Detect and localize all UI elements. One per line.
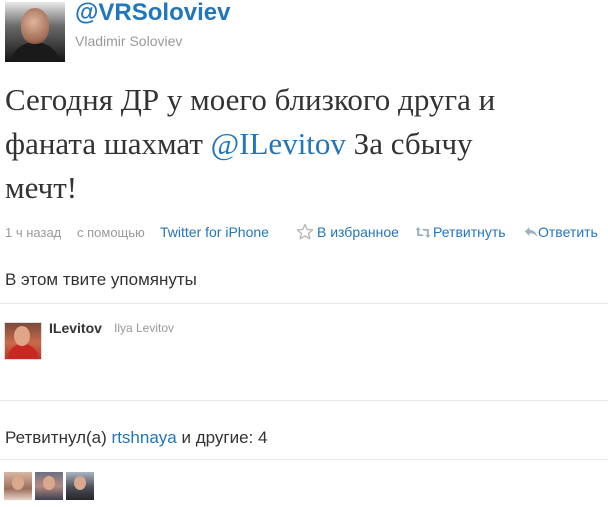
mentioned-user-avatar[interactable] bbox=[4, 322, 42, 360]
avatar-body-shape bbox=[9, 42, 61, 62]
retweeted-suffix[interactable]: и другие: 4 bbox=[181, 428, 267, 447]
avatar-shirt-shape bbox=[8, 344, 38, 359]
tweet-header: @VRSoloviev Vladimir Soloviev bbox=[5, 0, 605, 62]
author-fullname: Vladimir Soloviev bbox=[75, 33, 183, 49]
star-icon[interactable] bbox=[296, 223, 314, 241]
mentioned-user-real-name: Ilya Levitov bbox=[114, 321, 175, 335]
retweet-button[interactable]: Ретвитнуть bbox=[433, 224, 506, 240]
avatar-face-shape bbox=[74, 476, 86, 490]
avatar-face-shape bbox=[14, 326, 30, 346]
retweet-icon[interactable] bbox=[415, 226, 431, 239]
tweet-meta-bar: 1 ч назад с помощью Twitter for iPhone В… bbox=[5, 223, 608, 243]
tweet-mention-link[interactable]: @ILevitov bbox=[211, 126, 346, 161]
divider bbox=[0, 303, 608, 304]
retweeted-by-line: Ретвитнул(а) rtshnaya и другие: 4 bbox=[5, 428, 267, 448]
tweet-timestamp[interactable]: 1 ч назад bbox=[5, 225, 61, 240]
reply-icon[interactable] bbox=[524, 226, 538, 238]
author-username[interactable]: @VRSoloviev bbox=[75, 0, 230, 27]
reply-button[interactable]: Ответить bbox=[538, 224, 598, 240]
mentioned-user-screen-name[interactable]: ILevitov bbox=[49, 320, 102, 336]
divider bbox=[0, 459, 608, 460]
retweeter-avatar[interactable] bbox=[66, 472, 94, 500]
tweet-text: Сегодня ДР у моего близкого друга и фана… bbox=[5, 78, 603, 210]
tweet-line-3: мечт! bbox=[5, 170, 78, 205]
via-label: с помощью bbox=[77, 225, 145, 240]
tweet-text-part: фаната шахмат bbox=[5, 126, 211, 161]
tweet-line-1: Сегодня ДР у моего близкого друга и bbox=[5, 82, 496, 117]
retweeter-avatar[interactable] bbox=[4, 472, 32, 500]
favorite-button[interactable]: В избранное bbox=[317, 224, 399, 240]
retweeter-link[interactable]: rtshnaya bbox=[112, 428, 177, 447]
avatar-face-shape bbox=[21, 8, 49, 44]
author-avatar[interactable] bbox=[5, 2, 65, 62]
retweeter-avatar[interactable] bbox=[35, 472, 63, 500]
tweet-text-part: За сбычу bbox=[345, 126, 473, 161]
mentioned-heading: В этом твите упомянуты bbox=[5, 270, 197, 289]
tweet-line-2: фаната шахмат @ILevitov За сбычу bbox=[5, 122, 603, 166]
divider bbox=[0, 400, 608, 401]
avatar-face-shape bbox=[43, 476, 55, 490]
via-app-link[interactable]: Twitter for iPhone bbox=[160, 224, 269, 240]
retweeted-prefix: Ретвитнул(а) bbox=[5, 428, 107, 447]
avatar-face-shape bbox=[12, 476, 24, 490]
